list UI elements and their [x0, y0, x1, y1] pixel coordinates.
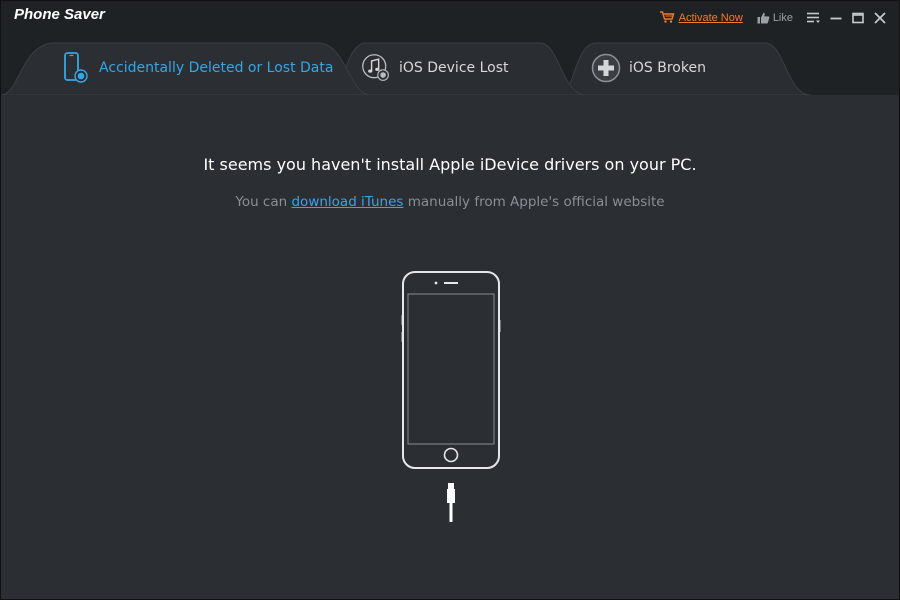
tab-label: iOS Device Lost — [399, 60, 509, 76]
thumbs-up-icon — [757, 9, 770, 28]
menu-icon — [807, 9, 821, 28]
hint-suffix: manually from Apple's official website — [403, 194, 665, 210]
menu-button[interactable] — [803, 9, 825, 27]
close-icon — [874, 9, 886, 28]
app-window: Phone Saver Activate Now Like iOS Broken… — [0, 0, 900, 600]
maximize-icon — [852, 9, 864, 28]
cart-icon — [659, 9, 675, 28]
download-itunes-link[interactable]: download iTunes — [291, 194, 403, 210]
hint-prefix: You can — [235, 194, 292, 210]
download-itunes-hint: You can download iTunes manually from Ap… — [1, 194, 899, 210]
minimize-button[interactable] — [825, 9, 847, 27]
iphone-illustration — [400, 270, 502, 474]
window-controls: Activate Now Like — [659, 9, 891, 27]
maximize-button[interactable] — [847, 9, 869, 27]
phone-restore-icon — [61, 51, 91, 85]
tab-ios-broken[interactable]: iOS Broken — [561, 41, 811, 95]
activate-now-link[interactable]: Activate Now — [659, 9, 743, 28]
app-title: Phone Saver — [14, 6, 105, 23]
like-label: Like — [772, 12, 793, 24]
driver-missing-message: It seems you haven't install Apple iDevi… — [203, 155, 697, 174]
minimize-icon — [830, 9, 842, 28]
close-button[interactable] — [869, 9, 891, 27]
main-content: It seems you haven't install Apple iDevi… — [1, 95, 899, 599]
tab-accidentally-deleted[interactable]: Accidentally Deleted or Lost Data — [1, 41, 371, 95]
tab-label: iOS Broken — [629, 60, 706, 76]
tab-label: Accidentally Deleted or Lost Data — [99, 60, 334, 76]
lightning-cable-icon — [443, 483, 459, 527]
plus-circle-icon — [591, 51, 621, 85]
activate-now-label: Activate Now — [678, 12, 743, 24]
mode-tab-bar: iOS Broken iOS Device Lost Accidentally … — [1, 41, 899, 95]
like-button[interactable]: Like — [757, 9, 793, 28]
title-bar: Phone Saver Activate Now Like — [1, 1, 899, 41]
